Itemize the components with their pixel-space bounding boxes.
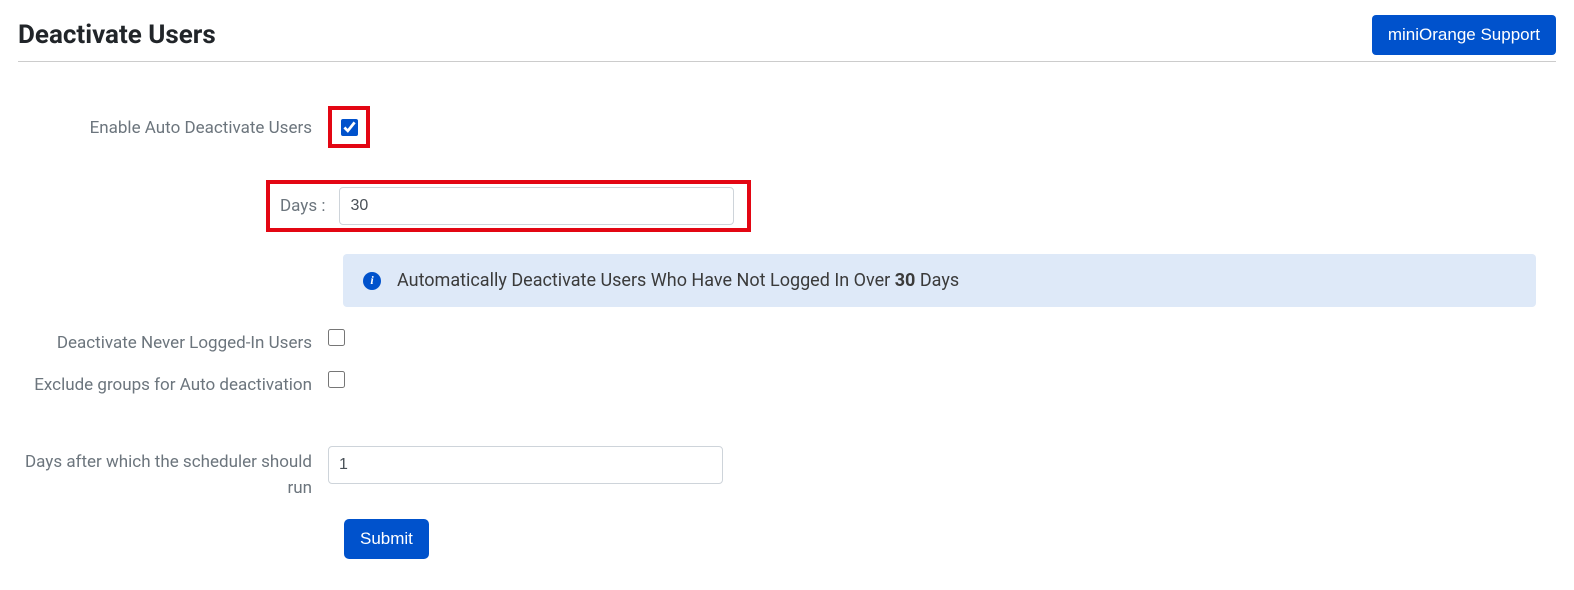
info-bold: 30 xyxy=(895,270,916,291)
info-text: Automatically Deactivate Users Who Have … xyxy=(397,270,959,291)
enable-auto-highlight xyxy=(328,106,370,148)
support-button[interactable]: miniOrange Support xyxy=(1372,15,1556,55)
enable-auto-row: Enable Auto Deactivate Users xyxy=(18,112,1556,148)
days-row: Days : xyxy=(18,160,1556,232)
never-logged-label: Deactivate Never Logged-In Users xyxy=(18,327,328,357)
submit-button[interactable]: Submit xyxy=(344,519,429,559)
scheduler-input[interactable] xyxy=(328,446,723,484)
exclude-groups-checkbox[interactable] xyxy=(328,371,345,388)
enable-auto-checkbox[interactable] xyxy=(341,119,358,136)
info-prefix: Automatically Deactivate Users Who Have … xyxy=(397,270,895,291)
days-label: Days : xyxy=(280,196,325,216)
days-input[interactable] xyxy=(339,187,734,225)
scheduler-label: Days after which the scheduler should ru… xyxy=(18,446,328,501)
never-logged-row: Deactivate Never Logged-In Users xyxy=(18,327,1556,357)
page-header: Deactivate Users miniOrange Support xyxy=(18,15,1556,62)
exclude-groups-label: Exclude groups for Auto deactivation xyxy=(18,369,328,399)
days-highlight: Days : xyxy=(266,180,751,232)
never-logged-checkbox[interactable] xyxy=(328,329,345,346)
info-icon: i xyxy=(363,272,381,290)
enable-auto-label: Enable Auto Deactivate Users xyxy=(18,112,328,142)
exclude-groups-row: Exclude groups for Auto deactivation xyxy=(18,369,1556,399)
page-title: Deactivate Users xyxy=(18,20,216,50)
info-alert: i Automatically Deactivate Users Who Hav… xyxy=(343,254,1536,307)
scheduler-row: Days after which the scheduler should ru… xyxy=(18,446,1556,501)
info-suffix: Days xyxy=(915,270,959,291)
